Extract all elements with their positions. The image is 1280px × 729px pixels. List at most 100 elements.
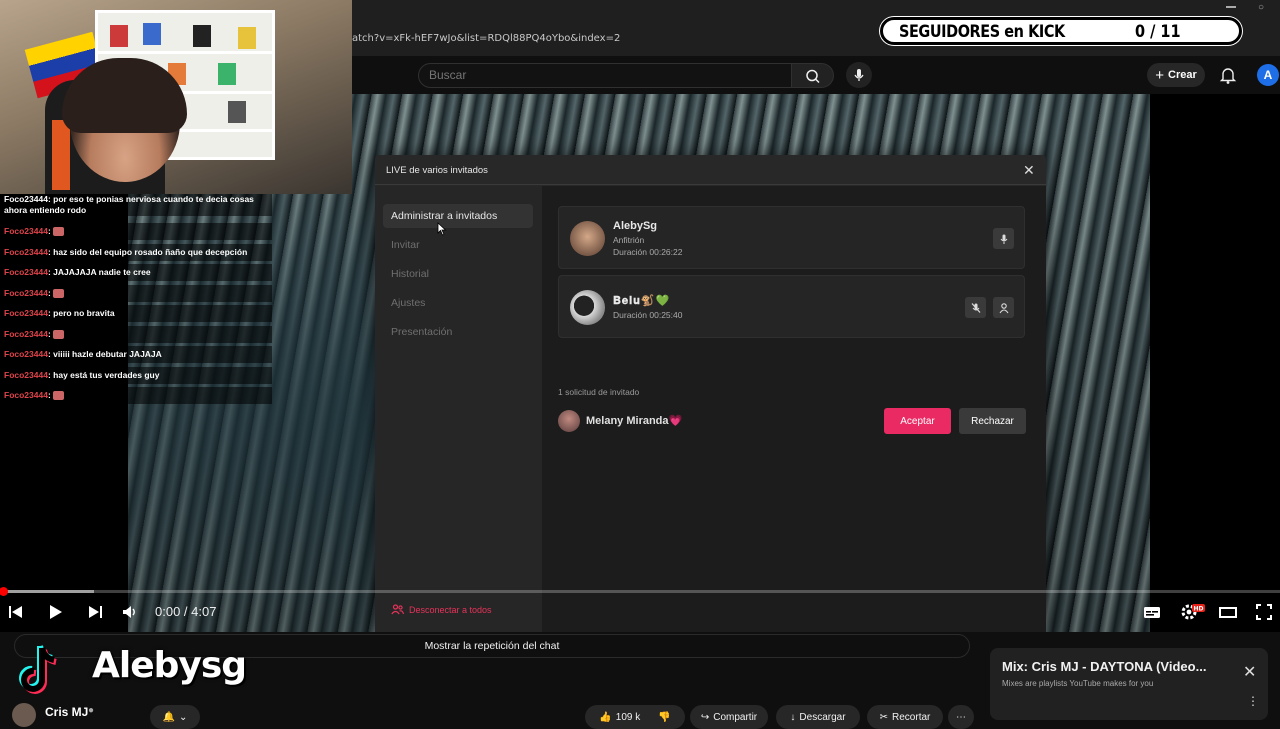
chat-message: Foco23444: pero no bravita — [0, 305, 272, 322]
modal-header: LIVE de varios invitados ✕ — [375, 155, 1046, 185]
share-icon: ↪ — [700, 711, 710, 723]
emote-icon — [53, 329, 65, 339]
play-icon[interactable] — [45, 602, 65, 622]
chat-text: JAJAJAJA nadie te cree — [53, 267, 151, 277]
guest-profile-button[interactable] — [993, 297, 1014, 318]
tiktok-handle: Alebysg — [92, 645, 247, 686]
download-icon: ↓ — [790, 711, 796, 723]
sidebar-item-administrar[interactable]: Administrar a invitados — [391, 210, 497, 222]
chat-message: Foco23444: — [0, 223, 272, 240]
mouse-cursor-icon — [437, 222, 447, 236]
like-icon: 👍 — [599, 711, 612, 723]
progress-bar[interactable] — [0, 590, 1280, 593]
chat-message: Foco23444: haz sido del equipo rosado ña… — [0, 243, 272, 261]
microphone-icon — [854, 69, 864, 81]
like-count: 109 k — [615, 711, 641, 723]
tiktok-logo-icon — [14, 640, 84, 700]
chat-username: Foco23444 — [4, 267, 48, 277]
chevron-down-icon: ⌄ — [179, 711, 188, 723]
theater-mode-icon[interactable] — [1218, 602, 1238, 622]
close-icon[interactable]: ✕ — [1023, 162, 1035, 179]
search-icon — [806, 69, 820, 84]
chat-username: Foco23444 — [4, 308, 48, 318]
avatar — [570, 290, 605, 325]
guest-duration: Duración 00:25:40 — [613, 310, 683, 320]
avatar — [558, 410, 580, 432]
dislike-icon: 👎 — [658, 711, 671, 723]
sidebar-item-invitar[interactable]: Invitar — [391, 239, 420, 251]
close-icon[interactable]: ✕ — [1243, 662, 1256, 682]
mix-title[interactable]: Mix: Cris MJ - DAYTONA (Video... — [1002, 659, 1222, 674]
chat-username: Foco23444 — [4, 287, 48, 298]
fullscreen-icon[interactable] — [1254, 602, 1274, 622]
chat-username: Foco23444 — [4, 349, 48, 359]
chat-username: Foco23444 — [4, 328, 48, 339]
disconnect-label: Desconectar a todos — [409, 604, 492, 615]
window-control-icon[interactable]: ○ — [1258, 2, 1264, 13]
bell-icon: 🔔 — [162, 711, 176, 723]
users-icon — [391, 604, 404, 615]
multi-guest-live-modal: LIVE de varios invitados ✕ Administrar a… — [375, 155, 1046, 632]
like-dislike-buttons[interactable]: 👍 109 k 👎 — [585, 705, 685, 729]
share-button[interactable]: ↪ Compartir — [690, 705, 768, 729]
microphone-icon — [1000, 234, 1007, 244]
reject-button[interactable]: Rechazar — [959, 408, 1026, 434]
accept-button[interactable]: Aceptar — [884, 408, 951, 434]
guest-name: 𝐁𝐞𝐥𝐮🐒💚 — [613, 295, 671, 307]
notifications-bell-icon[interactable] — [1219, 65, 1237, 85]
sidebar-item-ajustes[interactable]: Ajustes — [391, 297, 425, 309]
user-icon — [999, 302, 1008, 313]
search-box[interactable] — [418, 63, 792, 88]
modal-sidebar: Administrar a invitados Invitar Historia… — [375, 186, 542, 632]
sidebar-item-presentacion[interactable]: Presentación — [391, 326, 452, 338]
progress-buffer — [0, 590, 94, 593]
minimize-icon[interactable] — [1226, 6, 1236, 8]
search-input[interactable] — [429, 68, 769, 82]
chat-username: Foco23444 — [4, 369, 48, 380]
chat-text: Foco23444: por eso te ponias nerviosa cu… — [4, 194, 254, 204]
settings-gear-icon[interactable]: HD — [1180, 602, 1205, 622]
chat-message: Foco23444: — [0, 387, 272, 404]
video-time: 0:00 / 4:07 — [155, 604, 217, 619]
more-actions-button[interactable]: ⋯ — [948, 705, 974, 729]
create-button[interactable]: + Crear — [1147, 63, 1205, 87]
share-label: Compartir — [713, 711, 758, 723]
guest-card-belu: 𝐁𝐞𝐥𝐮🐒💚 Duración 00:25:40 — [558, 275, 1025, 338]
stream-chat-overlay: Foco23444: por eso te ponias nerviosa cu… — [0, 194, 275, 404]
guest-management-panel: AlebySg Anfitrión Duración 00:26:22 𝐁𝐞𝐥𝐮… — [542, 186, 1046, 632]
next-icon[interactable] — [85, 602, 105, 622]
create-label: Crear — [1168, 69, 1197, 81]
guest-name: AlebySg — [613, 220, 658, 232]
plus-icon: + — [1155, 66, 1164, 84]
mic-toggle-button[interactable] — [993, 228, 1014, 249]
subtitles-icon[interactable] — [1142, 602, 1162, 622]
sidebar-item-historial[interactable]: Historial — [391, 268, 429, 280]
chat-username: Foco23444 — [4, 390, 48, 400]
download-button[interactable]: ↓ Descargar — [776, 705, 860, 729]
volume-icon[interactable] — [120, 602, 140, 622]
chat-text: hay está tus verdades guy — [53, 369, 160, 380]
account-avatar[interactable]: A — [1257, 64, 1279, 86]
clip-button[interactable]: ✂ Recortar — [867, 705, 943, 729]
emote-icon — [53, 227, 65, 237]
mute-guest-button[interactable] — [965, 297, 986, 318]
disconnect-all-button[interactable]: Desconectar a todos — [391, 604, 492, 615]
chat-message: Foco23444: — [0, 284, 272, 302]
request-guest-name: Melany Miranda💗 — [586, 415, 683, 427]
channel-avatar[interactable] — [12, 703, 36, 727]
kick-followers-counter: SEGUIDORES en KICK 0 / 11 — [880, 17, 1242, 45]
channel-name[interactable]: Cris MJ — [45, 705, 88, 719]
mix-playlist-card[interactable]: Mix: Cris MJ - DAYTONA (Video... Mixes a… — [990, 648, 1268, 720]
chat-text: pero no bravita — [53, 308, 115, 318]
svg-text:HD: HD — [1193, 605, 1203, 612]
voice-search-button[interactable] — [846, 62, 872, 88]
previous-icon[interactable] — [6, 602, 26, 622]
more-vertical-icon[interactable]: ⋮ — [1247, 694, 1259, 708]
clip-label: Recortar — [892, 711, 931, 723]
chat-message: Foco23444: — [0, 325, 272, 343]
chat-text: haz sido del equipo rosado ñaño que dece… — [53, 246, 248, 257]
emote-icon — [53, 391, 65, 401]
chat-username: Foco23444 — [4, 246, 48, 257]
search-button[interactable] — [792, 63, 834, 88]
subscribe-notification-button[interactable]: 🔔 ⌄ — [150, 705, 200, 729]
